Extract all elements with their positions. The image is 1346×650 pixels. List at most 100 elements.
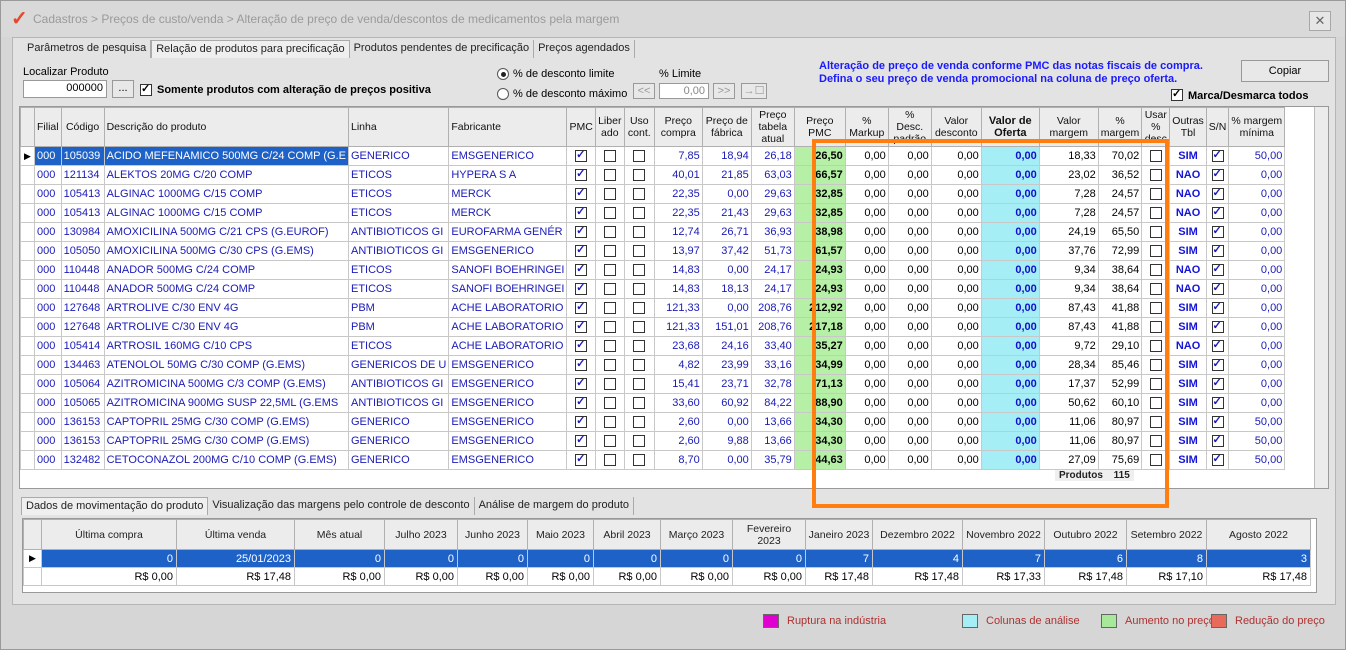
usar-desc-checkbox[interactable] xyxy=(1149,378,1162,391)
col-valor-desconto[interactable]: Valor desconto xyxy=(930,107,982,147)
col-margem[interactable]: % margem xyxy=(1097,107,1143,147)
product-row[interactable]: 000 130984 AMOXICILINA 500MG C/21 CPS (G.E… xyxy=(20,222,1286,242)
cell-markup[interactable]: 0,00 xyxy=(844,431,889,451)
uso-cont-checkbox[interactable] xyxy=(633,150,646,163)
tab-agendados[interactable]: Preços agendados xyxy=(534,40,635,58)
cell-valor-oferta[interactable]: 0,00 xyxy=(980,431,1040,451)
product-row[interactable]: 000 105064 AZITROMICINA 500MG C/3 COMP (G.… xyxy=(20,374,1286,394)
cell-valor-desconto[interactable]: 0,00 xyxy=(930,393,982,413)
tab-relacao-produtos[interactable]: Relação de produtos para precificação xyxy=(151,40,350,58)
cell-markup[interactable]: 0,00 xyxy=(844,412,889,432)
uso-cont-checkbox[interactable] xyxy=(633,378,646,391)
cell-markup[interactable]: 0,00 xyxy=(844,374,889,394)
cell-margem-minima[interactable]: 0,00 xyxy=(1228,279,1286,299)
sn-checkbox[interactable] xyxy=(1211,281,1224,296)
cell-valor-desconto[interactable]: 0,00 xyxy=(930,203,982,223)
mark-all-checkbox[interactable] xyxy=(1171,87,1183,101)
pmc-checkbox[interactable] xyxy=(575,395,588,410)
sn-checkbox[interactable] xyxy=(1211,148,1224,163)
col-desc-padrao[interactable]: % Desc. padrão xyxy=(887,107,932,147)
cell-valor-desconto[interactable]: 0,00 xyxy=(930,431,982,451)
liberado-checkbox[interactable] xyxy=(603,169,616,182)
cell-margem-minima[interactable]: 0,00 xyxy=(1228,241,1286,261)
cell-markup[interactable]: 0,00 xyxy=(844,203,889,223)
col-preco-pmc[interactable]: Preço PMC xyxy=(793,107,846,147)
sn-checkbox[interactable] xyxy=(1211,338,1224,353)
liberado-checkbox[interactable] xyxy=(603,188,616,201)
product-row[interactable]: 000 127648 ARTROLIVE C/30 ENV 4G PBM ACHE LA… xyxy=(20,317,1286,337)
product-row[interactable]: 000 110448 ANADOR 500MG C/24 COMP ETICOS SAN… xyxy=(20,279,1286,299)
movement-col-header[interactable]: Março 2023 xyxy=(660,519,733,550)
col-linha[interactable]: Linha xyxy=(347,107,450,147)
sn-checkbox[interactable] xyxy=(1211,357,1224,372)
cell-valor-desconto[interactable]: 0,00 xyxy=(930,412,982,432)
pmc-checkbox[interactable] xyxy=(575,338,588,353)
product-row[interactable]: 000 105413 ALGINAC 1000MG C/15 COMP ETICOS M… xyxy=(20,184,1286,204)
uso-cont-checkbox[interactable] xyxy=(633,302,646,315)
cell-valor-oferta[interactable]: 0,00 xyxy=(980,203,1040,223)
movement-col-header[interactable]: Dezembro 2022 xyxy=(872,519,963,550)
movement-grid[interactable]: Última compra Última venda Mês atual Julho … xyxy=(22,518,1317,593)
uso-cont-checkbox[interactable] xyxy=(633,169,646,182)
pmc-checkbox[interactable] xyxy=(575,414,588,429)
cell-valor-desconto[interactable]: 0,00 xyxy=(930,146,982,166)
cell-valor-desconto[interactable]: 0,00 xyxy=(930,241,982,261)
liberado-checkbox[interactable] xyxy=(603,245,616,258)
grid-vertical-scrollbar[interactable] xyxy=(1314,107,1328,488)
usar-desc-checkbox[interactable] xyxy=(1149,302,1162,315)
tab-movimentacao[interactable]: Dados de movimentação do produto xyxy=(21,497,209,515)
sn-checkbox[interactable] xyxy=(1211,167,1224,182)
liberado-checkbox[interactable] xyxy=(603,397,616,410)
pmc-checkbox[interactable] xyxy=(575,205,588,220)
cell-desc-padrao[interactable]: 0,00 xyxy=(887,412,932,432)
cell-desc-padrao[interactable]: 0,00 xyxy=(887,184,932,204)
cell-markup[interactable]: 0,00 xyxy=(844,146,889,166)
pmc-checkbox[interactable] xyxy=(575,262,588,277)
search-button[interactable]: ... xyxy=(112,80,134,98)
cell-valor-oferta[interactable]: 0,00 xyxy=(980,184,1040,204)
sn-checkbox[interactable] xyxy=(1211,205,1224,220)
cell-valor-oferta[interactable]: 0,00 xyxy=(980,165,1040,185)
cell-markup[interactable]: 0,00 xyxy=(844,222,889,242)
cell-valor-oferta[interactable]: 0,00 xyxy=(980,336,1040,356)
product-row[interactable]: 000 105413 ALGINAC 1000MG C/15 COMP ETICOS M… xyxy=(20,203,1286,223)
product-row[interactable]: 000 134463 ATENOLOL 50MG C/30 COMP (G.EMS)… xyxy=(20,355,1286,375)
limit-input[interactable]: 0,00 xyxy=(659,83,709,99)
cell-valor-desconto[interactable]: 0,00 xyxy=(930,260,982,280)
usar-desc-checkbox[interactable] xyxy=(1149,169,1162,182)
pmc-checkbox[interactable] xyxy=(575,452,588,467)
col-sn[interactable]: S/N xyxy=(1205,107,1230,147)
only-positive-checkbox[interactable] xyxy=(140,82,152,96)
products-grid[interactable]: Filial Código Descrição do produto Linha… xyxy=(19,106,1329,489)
cell-valor-oferta[interactable]: 0,00 xyxy=(980,317,1040,337)
cell-desc-padrao[interactable]: 0,00 xyxy=(887,355,932,375)
tab-margens-desconto[interactable]: Visualização das margens pelo controle d… xyxy=(208,497,475,515)
movement-col-header[interactable]: Novembro 2022 xyxy=(962,519,1045,550)
pmc-checkbox[interactable] xyxy=(575,281,588,296)
col-filial[interactable]: Filial xyxy=(34,107,62,147)
pmc-checkbox[interactable] xyxy=(575,357,588,372)
liberado-checkbox[interactable] xyxy=(603,283,616,296)
movement-col-header[interactable]: Julho 2023 xyxy=(384,519,458,550)
usar-desc-checkbox[interactable] xyxy=(1149,435,1162,448)
pmc-checkbox[interactable] xyxy=(575,167,588,182)
tab-parametros[interactable]: Parâmetros de pesquisa xyxy=(23,40,152,58)
sn-checkbox[interactable] xyxy=(1211,300,1224,315)
cell-valor-oferta[interactable]: 0,00 xyxy=(980,450,1040,470)
movement-col-header[interactable]: Mês atual xyxy=(294,519,385,550)
cell-desc-padrao[interactable]: 0,00 xyxy=(887,203,932,223)
col-preco-tabela[interactable]: Preço tabela atual xyxy=(750,107,795,147)
pmc-checkbox[interactable] xyxy=(575,376,588,391)
cell-markup[interactable]: 0,00 xyxy=(844,279,889,299)
usar-desc-checkbox[interactable] xyxy=(1149,226,1162,239)
pmc-checkbox[interactable] xyxy=(575,148,588,163)
cell-valor-desconto[interactable]: 0,00 xyxy=(930,374,982,394)
pmc-checkbox[interactable] xyxy=(575,243,588,258)
cell-markup[interactable]: 0,00 xyxy=(844,184,889,204)
product-row[interactable]: 000 105414 ARTROSIL 160MG C/10 CPS ETICOS AC… xyxy=(20,336,1286,356)
col-preco-fabrica[interactable]: Preço de fábrica xyxy=(701,107,752,147)
liberado-checkbox[interactable] xyxy=(603,207,616,220)
pmc-checkbox[interactable] xyxy=(575,319,588,334)
liberado-checkbox[interactable] xyxy=(603,150,616,163)
copy-button[interactable]: Copiar xyxy=(1241,60,1329,82)
